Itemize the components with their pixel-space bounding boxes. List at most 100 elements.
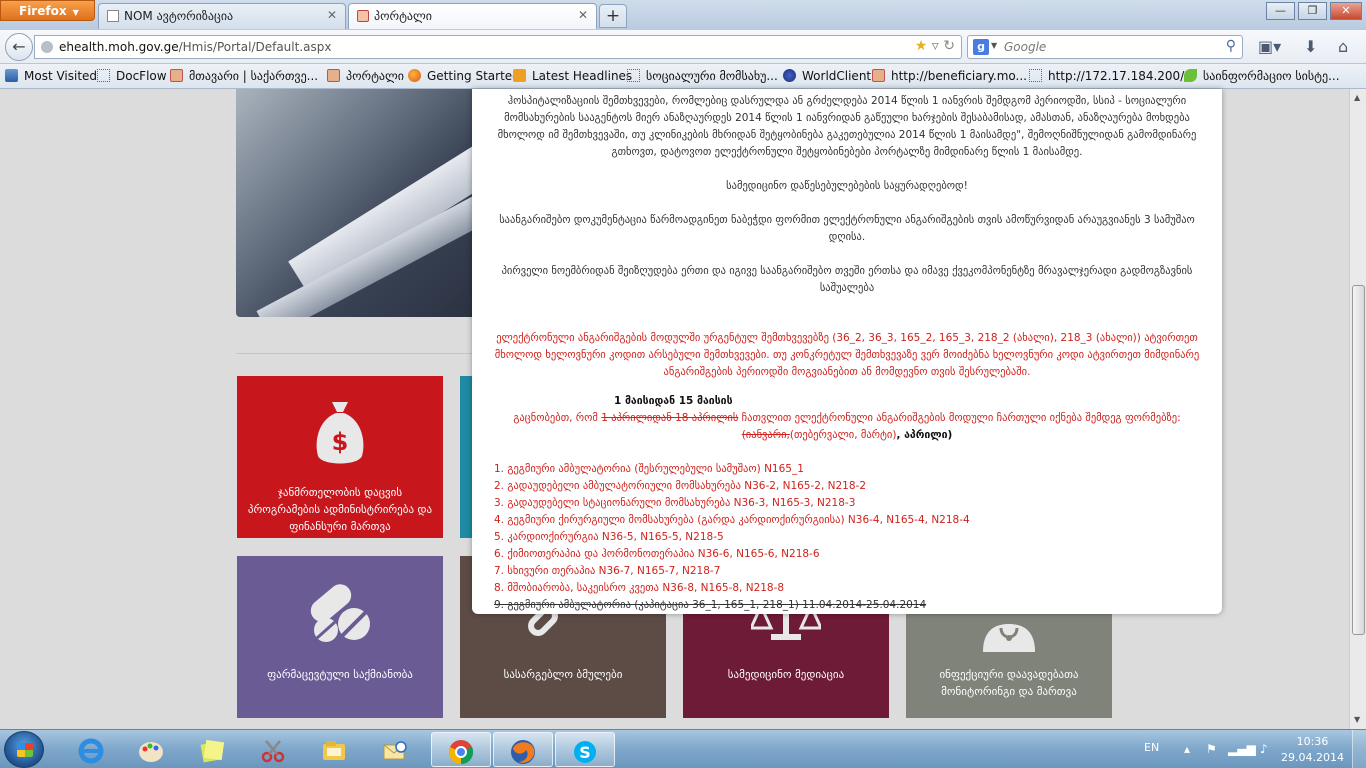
internet-explorer-icon bbox=[78, 738, 104, 763]
taskbar-paint[interactable] bbox=[122, 732, 180, 767]
firefox-icon bbox=[511, 739, 535, 764]
modal-date-range: 1 მაისიდან 15 მაისის bbox=[614, 395, 733, 407]
dropdown-icon[interactable]: ▿ bbox=[932, 38, 939, 54]
system-tray: EN ▴ ⚑ ▂▄▆ ♪ 10:36 29.04.2014 bbox=[1136, 730, 1366, 768]
bookmark-latest-headlines[interactable]: Latest Headlines bbox=[513, 69, 632, 83]
url-bar[interactable]: ehealth.moh.gov.ge/Hmis/Portal/Default.a… bbox=[34, 35, 962, 59]
firefox-menu-button[interactable]: Firefox ▼ bbox=[0, 0, 95, 21]
google-icon[interactable]: g bbox=[973, 39, 989, 55]
tile-label: სასარგებლო ბმულები bbox=[503, 668, 623, 681]
chevron-up-icon[interactable]: ▴ bbox=[1184, 742, 1190, 756]
folder-icon bbox=[627, 69, 640, 82]
bookmarks-menu-icon[interactable]: ▣▾ bbox=[1258, 37, 1281, 56]
modal-paragraph-documentation: საანგარიშებო დოკუმენტაცია წარმოადგინეთ ნ… bbox=[499, 214, 1195, 243]
taskbar-internet-explorer[interactable] bbox=[62, 732, 120, 767]
bookmark-docflow[interactable]: DocFlow bbox=[97, 69, 167, 83]
bookmarks-toolbar: Most Visited DocFlow მთავარი | საქართვე.… bbox=[0, 64, 1366, 89]
close-window-button[interactable]: ✕ bbox=[1330, 2, 1362, 20]
url-bar-actions: ★ ▿ ↻ bbox=[915, 38, 955, 54]
scrollbar-thumb[interactable] bbox=[1352, 285, 1365, 635]
start-button[interactable] bbox=[4, 731, 44, 768]
search-input[interactable]: g ▼ Google ⚲ bbox=[967, 35, 1243, 59]
bookmark-label: Most Visited bbox=[24, 69, 98, 83]
tile-label: ფარმაცევტული საქმიანობა bbox=[267, 668, 413, 681]
page-scrollbar[interactable]: ▲ ▼ bbox=[1349, 89, 1366, 729]
chevron-down-icon: ▼ bbox=[72, 8, 79, 17]
back-button[interactable]: ← bbox=[5, 33, 33, 61]
folder-icon bbox=[97, 69, 110, 82]
folder-icon bbox=[323, 740, 345, 760]
notice-bold-month: , აპრილი) bbox=[896, 429, 953, 441]
taskbar-outlook[interactable] bbox=[366, 732, 424, 767]
close-tab-icon[interactable]: ✕ bbox=[327, 8, 337, 22]
tab-portal[interactable]: პორტალი ✕ bbox=[348, 3, 597, 29]
bookmark-label: http://172.17.184.200/... bbox=[1048, 69, 1196, 83]
minimize-button[interactable]: — bbox=[1266, 2, 1295, 20]
section-divider bbox=[236, 353, 476, 354]
tile-program-administration[interactable]: $ ჯანმრთელობის დაცვის პროგრამების ადმინი… bbox=[237, 376, 443, 538]
hero-image bbox=[236, 89, 476, 317]
taskbar-file-explorer[interactable] bbox=[305, 732, 363, 767]
bookmark-info-system[interactable]: საინფორმაციო სისტე... bbox=[1184, 69, 1340, 83]
bookmark-portal[interactable]: პორტალი bbox=[327, 69, 404, 83]
reload-icon[interactable]: ↻ bbox=[943, 38, 955, 54]
taskbar-firefox[interactable] bbox=[493, 732, 553, 767]
volume-icon[interactable]: ♪ bbox=[1260, 742, 1268, 756]
snipping-tool-icon bbox=[261, 739, 285, 762]
system-clock[interactable]: 10:36 29.04.2014 bbox=[1281, 734, 1344, 766]
bookmark-beneficiary[interactable]: http://beneficiary.mo... bbox=[872, 69, 1027, 83]
action-center-icon[interactable]: ⚑ bbox=[1206, 742, 1217, 756]
scroll-up-icon[interactable]: ▲ bbox=[1354, 93, 1360, 102]
url-host: ehealth.moh.gov.ge bbox=[59, 40, 179, 54]
bookmark-ip-address[interactable]: http://172.17.184.200/... bbox=[1029, 69, 1196, 83]
tile-label: სამედიცინო მედიაცია bbox=[727, 668, 845, 681]
show-desktop-button[interactable] bbox=[1352, 730, 1366, 768]
notice-text: ჩათვლით ელექტრონული ანგარიშგების მოდული … bbox=[738, 412, 1181, 424]
taskbar-skype[interactable]: S bbox=[555, 732, 615, 767]
browser-titlebar: Firefox ▼ NOM ავტორიზაცია ✕ პორტალი ✕ + —… bbox=[0, 0, 1366, 30]
globe-icon bbox=[783, 69, 796, 82]
page-icon bbox=[107, 10, 119, 22]
list-item: 6. ქიმიოთერაპია და ჰორმონოთერაპია N36-6,… bbox=[494, 548, 820, 560]
notice-text: (თებერვალი, მარტი) bbox=[789, 429, 897, 441]
modal-paragraph-urgent-cases: ელექტრონული ანგარიშგების მოდულში ურგენტუ… bbox=[494, 332, 1200, 378]
gov-seal-icon bbox=[872, 69, 885, 82]
tile-label: ინფექციური დაავადებათა მონიტორინგი და მა… bbox=[939, 668, 1079, 698]
network-signal-icon[interactable]: ▂▄▆ bbox=[1228, 742, 1256, 756]
taskbar-chrome[interactable] bbox=[431, 732, 491, 767]
search-icon[interactable]: ⚲ bbox=[1226, 38, 1236, 54]
new-tab-button[interactable]: + bbox=[599, 4, 627, 28]
arrow-left-icon: ← bbox=[12, 37, 26, 56]
download-icon[interactable]: ⬇ bbox=[1304, 37, 1317, 56]
most-visited-icon bbox=[5, 69, 18, 82]
sticky-notes-icon bbox=[200, 739, 225, 762]
close-tab-icon[interactable]: ✕ bbox=[578, 8, 588, 22]
firefox-menu-label: Firefox bbox=[19, 4, 67, 18]
taskbar-sticky-notes[interactable] bbox=[183, 732, 241, 767]
bookmark-label: საინფორმაციო სისტე... bbox=[1203, 69, 1340, 83]
maximize-button[interactable]: ❐ bbox=[1298, 2, 1327, 20]
list-item: 3. გადაუდებელი სტაციონარული მომსახურება … bbox=[494, 497, 856, 509]
bookmark-social-services[interactable]: სოციალური მომსახუ... bbox=[627, 69, 778, 83]
bookmark-worldclient[interactable]: WorldClient bbox=[783, 69, 871, 83]
modal-paragraph-hospitalization: ჰოსპიტალიზაციის შემთხვევები, რომლებიც და… bbox=[497, 95, 1197, 158]
bookmark-mtavari[interactable]: მთავარი | საქართვე... bbox=[170, 69, 318, 83]
globe-icon bbox=[41, 41, 53, 53]
home-icon[interactable]: ⌂ bbox=[1338, 37, 1348, 56]
bookmark-star-icon[interactable]: ★ bbox=[915, 38, 928, 54]
bookmark-label: DocFlow bbox=[116, 69, 167, 83]
notice-struck-dates: 1 აპრილიდან 18 აპრილის bbox=[601, 412, 739, 424]
taskbar-snipping-tool[interactable] bbox=[244, 732, 302, 767]
notice-text: გაცნობებთ, რომ bbox=[513, 412, 602, 424]
chevron-down-icon[interactable]: ▼ bbox=[991, 41, 997, 50]
skype-icon: S bbox=[574, 740, 596, 763]
language-indicator[interactable]: EN bbox=[1144, 741, 1159, 754]
gov-seal-icon bbox=[170, 69, 183, 82]
tile-pharmaceutical[interactable]: ფარმაცევტული საქმიანობა bbox=[237, 556, 443, 718]
bookmark-getting-started[interactable]: Getting Started bbox=[408, 69, 520, 83]
scroll-down-icon[interactable]: ▼ bbox=[1354, 715, 1360, 724]
bookmark-most-visited[interactable]: Most Visited bbox=[5, 69, 97, 83]
firefox-icon bbox=[408, 69, 421, 82]
tab-nom-auth[interactable]: NOM ავტორიზაცია ✕ bbox=[98, 3, 346, 29]
clock-date: 29.04.2014 bbox=[1281, 751, 1344, 764]
